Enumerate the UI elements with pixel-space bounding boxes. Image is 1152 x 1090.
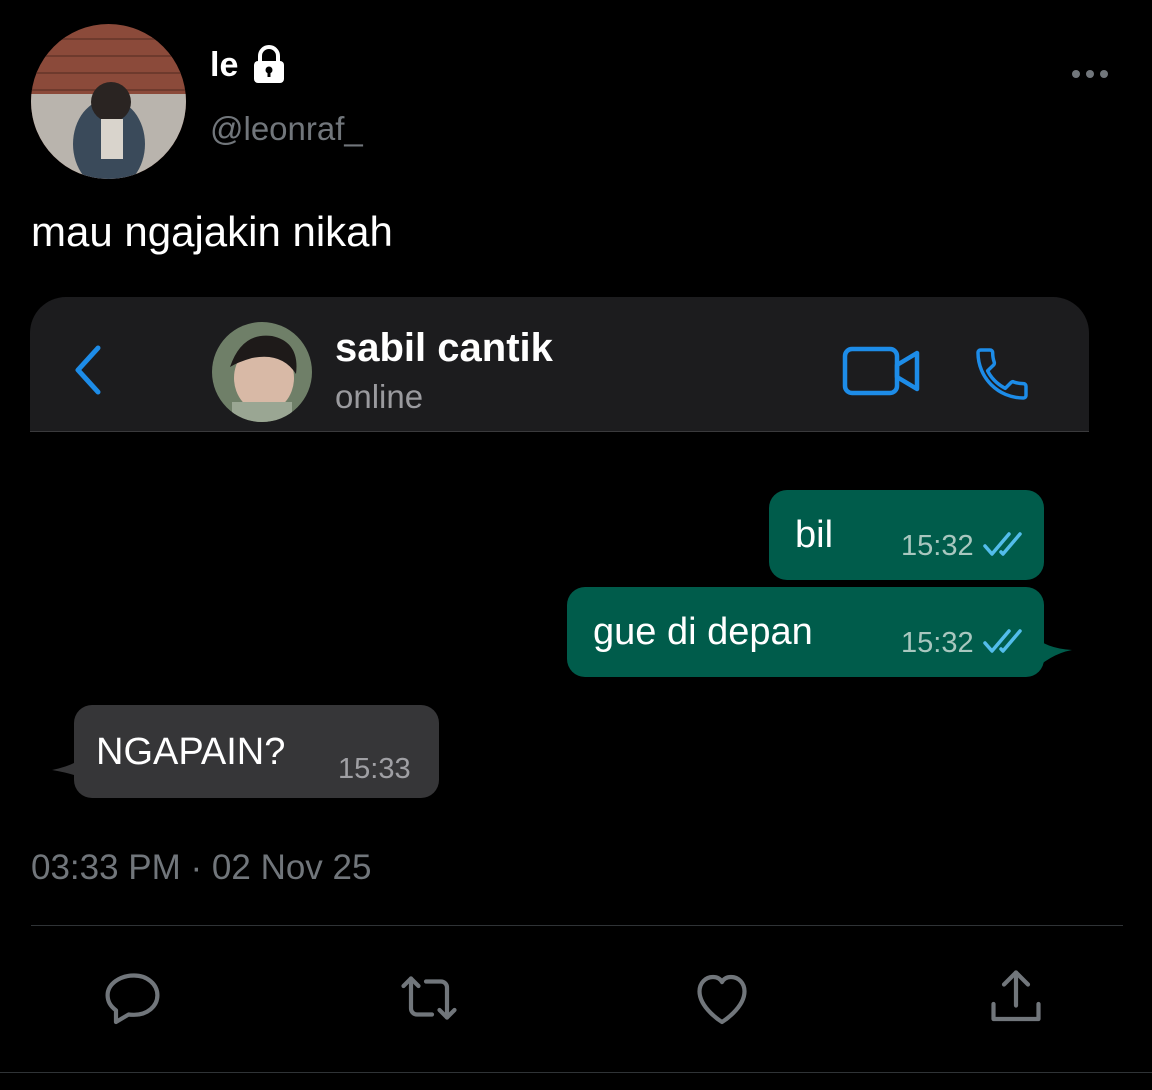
contact-status: online	[335, 378, 424, 415]
chat-header-card	[30, 297, 1089, 432]
reply-icon[interactable]	[98, 962, 170, 1034]
contact-avatar[interactable]	[212, 322, 312, 422]
lock-icon	[248, 44, 290, 86]
message-text: NGAPAIN?	[96, 731, 286, 773]
message-time: 15:32	[901, 627, 974, 659]
incoming-message[interactable]: NGAPAIN? 15:33	[74, 705, 439, 798]
more-icon[interactable]	[1068, 62, 1112, 86]
retweet-icon[interactable]	[393, 962, 465, 1034]
read-receipt-icon	[983, 627, 1029, 655]
outgoing-message[interactable]: gue di depan 15:32	[567, 587, 1044, 677]
author-handle[interactable]: @leonraf_	[210, 110, 363, 148]
phone-icon[interactable]	[970, 342, 1034, 406]
divider	[0, 1072, 1152, 1073]
heart-icon[interactable]	[686, 962, 758, 1034]
tweet-text: mau ngajakin nikah	[31, 208, 393, 255]
message-text: bil	[795, 514, 834, 556]
message-time: 15:32	[901, 530, 974, 562]
message-time: 15:33	[338, 753, 411, 785]
chevron-left-icon[interactable]	[70, 340, 110, 400]
outgoing-message[interactable]: bil 15:32	[769, 490, 1044, 580]
author-display-name[interactable]: le	[210, 46, 238, 85]
message-text: gue di depan	[593, 611, 813, 653]
read-receipt-icon	[983, 530, 1029, 558]
tweet-timestamp[interactable]: 03:33 PM · 02 Nov 25	[31, 848, 371, 888]
author-avatar[interactable]	[31, 24, 186, 179]
video-call-icon[interactable]	[842, 345, 922, 397]
divider	[31, 925, 1123, 926]
contact-name: sabil cantik	[335, 326, 553, 370]
share-icon[interactable]	[980, 962, 1052, 1034]
